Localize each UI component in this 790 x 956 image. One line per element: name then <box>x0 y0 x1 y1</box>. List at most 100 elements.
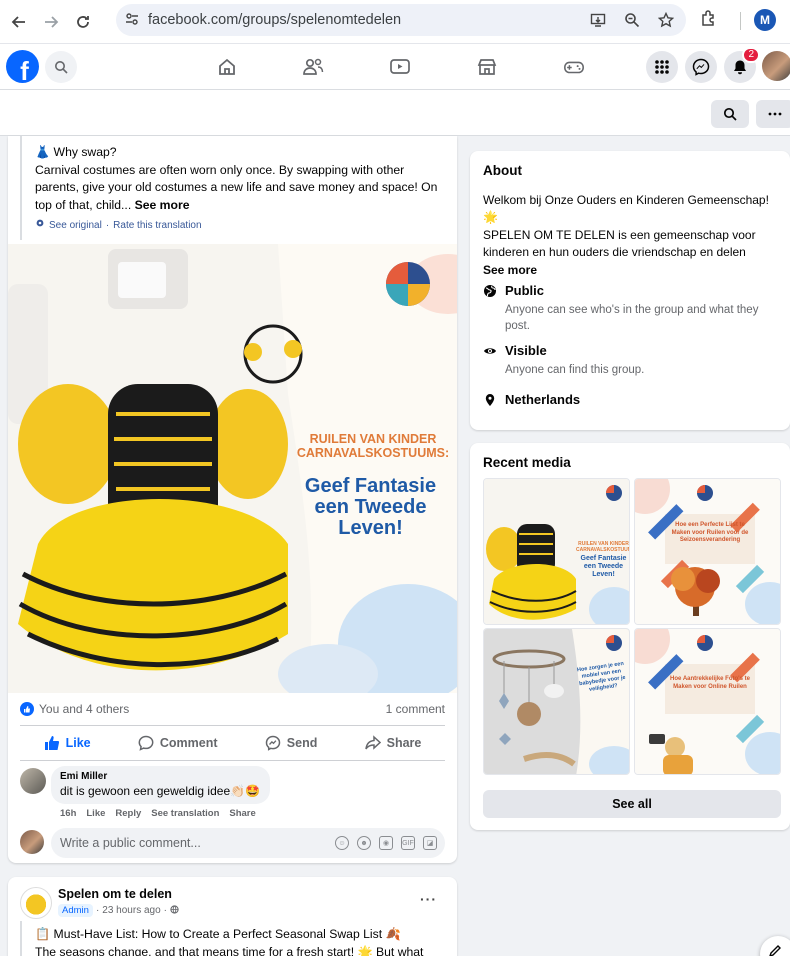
post-card: 👗 Why swap? Carnival costumes are often … <box>8 136 457 863</box>
profile-avatar[interactable]: M <box>754 9 776 31</box>
marketplace-icon[interactable] <box>476 56 498 78</box>
comment-time[interactable]: 16h <box>60 808 76 819</box>
location-text[interactable]: Netherlands <box>505 392 580 407</box>
reload-icon[interactable] <box>70 9 96 35</box>
messenger-send-icon <box>265 735 281 751</box>
eye-icon <box>483 344 497 358</box>
comment-label: Comment <box>159 736 218 750</box>
rate-translation-link[interactable]: Rate this translation <box>113 217 201 235</box>
media-thumbnail[interactable]: Hoe Aantrekkelijke Foto's te Maken voor … <box>634 628 781 775</box>
home-icon[interactable] <box>216 56 238 78</box>
comment-text: dit is gewoon een geweldig idee👏🏻🤩 <box>60 784 261 798</box>
see-all-button[interactable]: See all <box>483 790 781 818</box>
see-original-link[interactable]: See original <box>49 217 102 235</box>
post-body-text: Carnival costumes are often worn only on… <box>35 162 438 212</box>
toolbar-divider <box>740 12 741 30</box>
recent-media-title: Recent media <box>483 455 571 470</box>
meta-separator: · <box>95 905 100 916</box>
group-search-button[interactable] <box>711 100 749 128</box>
commenter-avatar[interactable] <box>20 768 46 794</box>
post-options-button[interactable]: ··· <box>420 891 437 907</box>
site-settings-icon[interactable] <box>124 11 140 30</box>
address-bar[interactable]: facebook.com/groups/spelenomtedelen <box>116 4 686 36</box>
like-label: Like <box>65 736 91 750</box>
search-icon <box>723 107 737 121</box>
account-avatar[interactable] <box>762 51 790 81</box>
facebook-logo[interactable]: f <box>6 50 39 83</box>
see-more-link[interactable]: See more <box>135 198 190 212</box>
media-thumbnail[interactable]: Hoe een Perfecte Lijst te Maken voor Rui… <box>634 478 781 625</box>
messenger-icon[interactable] <box>685 51 717 83</box>
emoji-icon[interactable]: ☻ <box>357 836 371 850</box>
compose-message-button[interactable] <box>760 936 790 956</box>
bookmark-star-icon[interactable] <box>656 10 676 30</box>
comment-translate-link[interactable]: See translation <box>151 808 219 819</box>
comment-like-link[interactable]: Like <box>86 808 105 819</box>
zoom-icon[interactable] <box>622 10 642 30</box>
more-dots-icon <box>768 112 782 116</box>
sticker-icon[interactable]: ◪ <box>423 836 437 850</box>
comment-placeholder: Write a public comment... <box>60 836 201 850</box>
thumb-title: Hoe een Perfecte Lijst te Maken voor Rui… <box>671 522 749 543</box>
translation-separator: · <box>105 220 110 231</box>
gaming-icon[interactable] <box>563 56 585 78</box>
user-avatar[interactable] <box>20 830 44 854</box>
notifications-bell-icon[interactable]: 2 <box>724 47 760 83</box>
media-thumbnail[interactable]: RUILEN VAN KINDER CARNAVALSKOSTUUMS: Gee… <box>483 478 630 625</box>
gif-icon[interactable]: GIF <box>401 836 415 850</box>
translation-row: See original · Rate this translation <box>35 217 445 235</box>
divider <box>20 725 445 726</box>
comment-icon <box>138 735 154 751</box>
edit-pencil-icon <box>769 945 781 956</box>
privacy-title: Public <box>505 283 545 298</box>
group-more-button[interactable] <box>756 100 790 128</box>
globe-icon <box>483 284 497 298</box>
thread-line <box>20 136 22 240</box>
group-avatar[interactable] <box>20 887 52 919</box>
search-icon[interactable] <box>45 51 77 83</box>
watch-icon[interactable] <box>389 56 411 78</box>
extensions-icon[interactable] <box>700 9 718 30</box>
post-line-2: The seasons change, and that means time … <box>35 945 424 956</box>
comment-button[interactable]: Comment <box>138 732 218 754</box>
group-toolbar <box>0 90 790 136</box>
comment-reply-link[interactable]: Reply <box>115 808 141 819</box>
about-title: About <box>483 163 522 178</box>
divider <box>20 760 445 761</box>
avatar-sticker-icon[interactable]: ☺ <box>335 836 349 850</box>
back-icon[interactable] <box>6 9 32 35</box>
post-meta: Admin · 23 hours ago · <box>58 904 179 917</box>
comment-meta: 16h Like Reply See translation Share <box>60 808 256 819</box>
share-button[interactable]: Share <box>364 732 421 754</box>
reaction-summary: You and 4 others 1 comment <box>20 702 445 716</box>
friends-icon[interactable] <box>302 56 324 78</box>
like-button[interactable]: Like <box>44 732 91 754</box>
logo-letter: f <box>20 56 29 83</box>
image-subline: Geef Fantasie een Tweede Leven! <box>304 475 437 539</box>
reaction-count[interactable]: You and 4 others <box>39 702 129 716</box>
comment-count[interactable]: 1 comment <box>386 702 445 716</box>
thread-line <box>20 921 22 956</box>
comment-share-link[interactable]: Share <box>229 808 255 819</box>
location-pin-icon <box>483 393 497 407</box>
menu-grid-icon[interactable] <box>646 51 678 83</box>
url-text: facebook.com/groups/spelenomtedelen <box>148 12 402 28</box>
meta-separator: · <box>163 905 168 916</box>
share-icon <box>364 735 381 750</box>
post-time[interactable]: 23 hours ago <box>102 905 160 916</box>
post-author[interactable]: Spelen om te delen <box>58 887 172 901</box>
commenter-name[interactable]: Emi Miller <box>60 771 260 782</box>
forward-icon[interactable] <box>38 9 64 35</box>
post-body: Carnival costumes are often worn only on… <box>35 162 445 215</box>
post-image[interactable]: RUILEN VAN KINDER CARNAVALSKOSTUUMS: Gee… <box>8 244 457 693</box>
composer-icons: ☺ ☻ ◉ GIF ◪ <box>335 836 437 850</box>
facebook-header: f 2 <box>0 44 790 90</box>
about-see-more[interactable]: See more <box>483 262 779 279</box>
post-text: 📋 Must-Have List: How to Create a Perfec… <box>35 925 445 956</box>
send-button[interactable]: Send <box>265 732 317 754</box>
install-app-icon[interactable] <box>588 10 608 30</box>
comment-input[interactable]: Write a public comment... ☺ ☻ ◉ GIF ◪ <box>51 828 445 858</box>
camera-icon[interactable]: ◉ <box>379 836 393 850</box>
media-thumbnail[interactable]: Hoe zorgen je een mobiel van een babybed… <box>483 628 630 775</box>
thumb-headline: RUILEN VAN KINDER CARNAVALSKOSTUUMS: <box>576 541 629 553</box>
